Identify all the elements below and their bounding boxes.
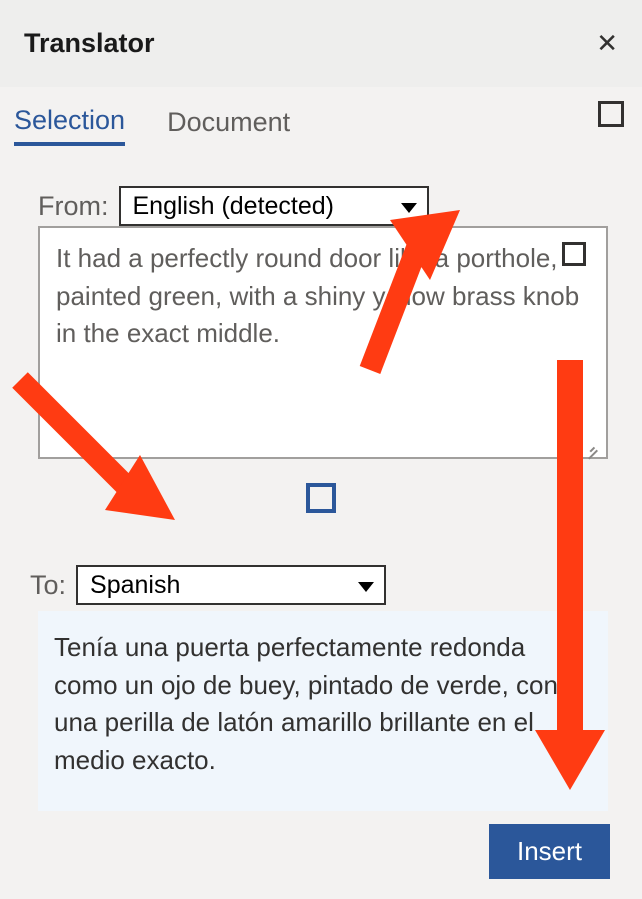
content: Selection Document From: English (detect…	[0, 87, 642, 811]
to-label: To:	[30, 570, 66, 601]
from-language-select[interactable]: English (detected)	[119, 186, 429, 226]
to-select-wrap: Spanish	[76, 565, 386, 605]
insert-button[interactable]: Insert	[489, 824, 610, 879]
source-text-box	[38, 226, 608, 459]
from-select-wrap: English (detected)	[119, 186, 429, 226]
target-text-box: Tenía una puerta perfectamente redonda c…	[38, 611, 608, 811]
resize-handle-icon[interactable]	[584, 437, 598, 451]
from-label: From:	[38, 191, 109, 222]
tab-selection[interactable]: Selection	[14, 105, 125, 146]
swap-languages-icon[interactable]	[306, 483, 336, 513]
target-text: Tenía una puerta perfectamente redonda c…	[54, 629, 592, 780]
to-language-select[interactable]: Spanish	[76, 565, 386, 605]
to-row: To: Spanish	[14, 565, 628, 605]
from-row: From: English (detected)	[14, 186, 628, 226]
tab-document[interactable]: Document	[167, 107, 290, 144]
source-textarea[interactable]	[56, 240, 590, 440]
tabs: Selection Document	[14, 105, 628, 146]
expand-icon[interactable]	[598, 101, 624, 127]
header: Translator ✕	[0, 0, 642, 87]
expand-source-icon[interactable]	[562, 242, 586, 266]
page-title: Translator	[24, 28, 155, 59]
close-icon[interactable]: ✕	[596, 28, 618, 59]
